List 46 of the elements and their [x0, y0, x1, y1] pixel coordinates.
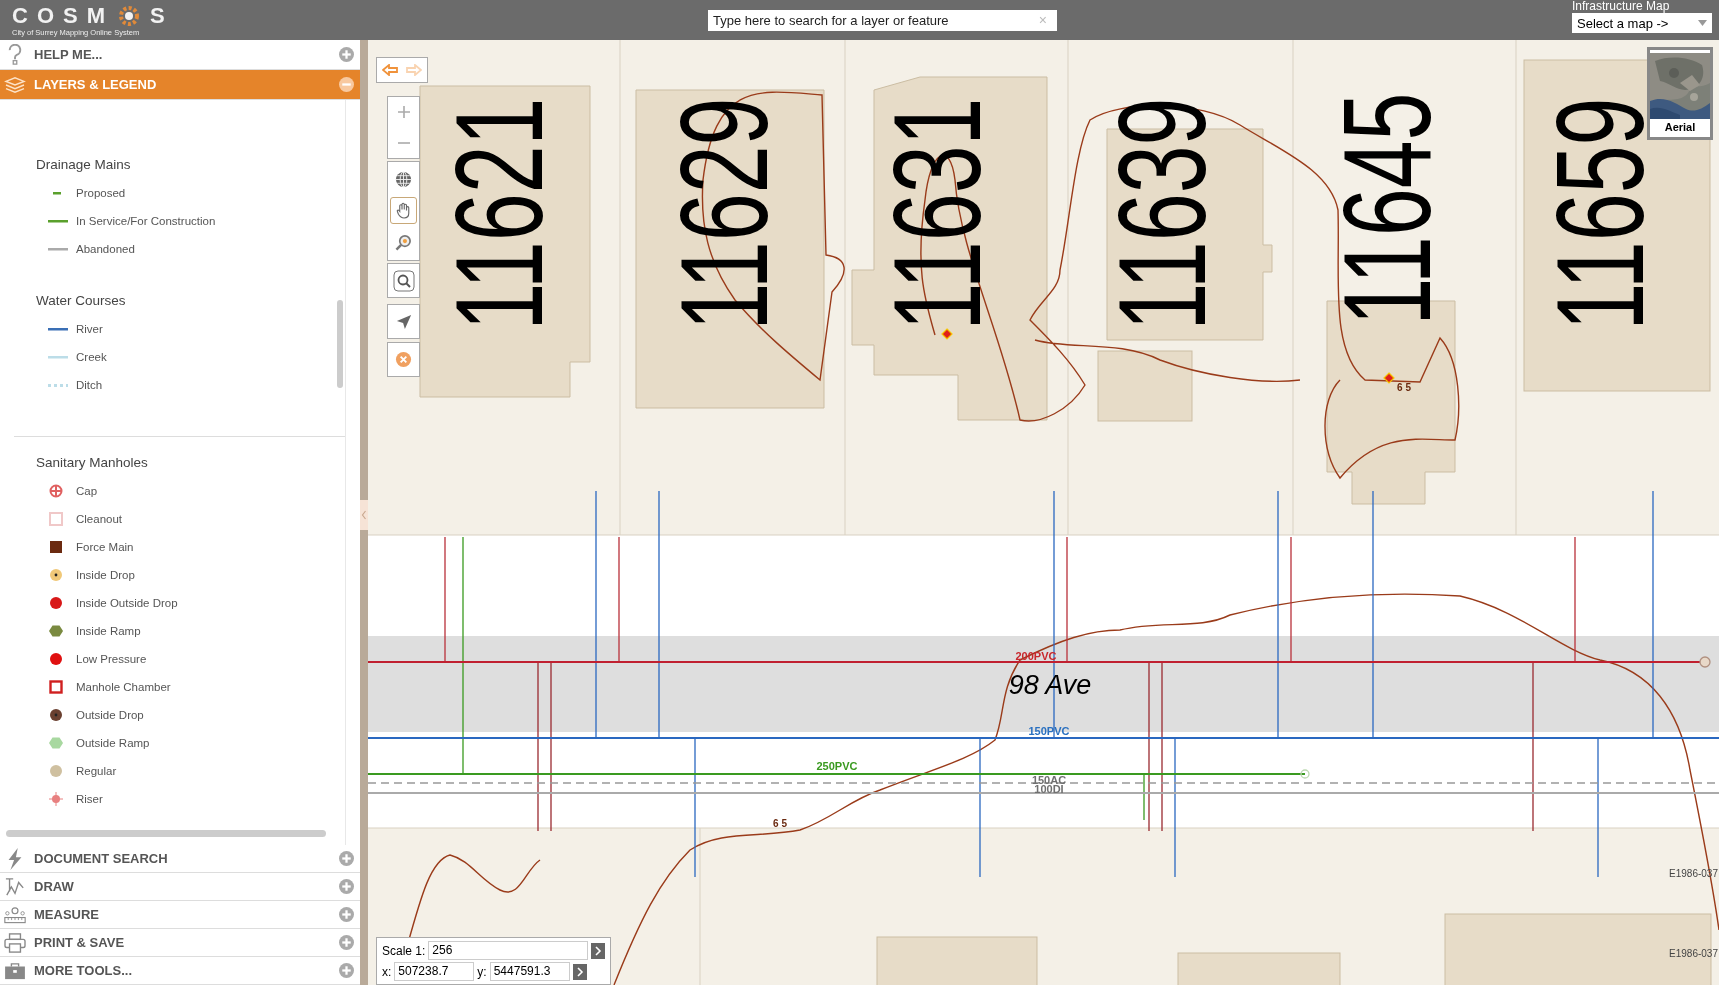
legend-item-label: Abandoned	[76, 243, 135, 255]
pipe-label: 250PVC	[816, 760, 858, 772]
legend-item-label: Low Pressure	[76, 653, 147, 665]
legend-item-label: Riser	[76, 793, 103, 805]
panel-section-header[interactable]: DOCUMENT SEARCH	[0, 845, 360, 873]
map-picker-title: Infrastructure Map	[1572, 0, 1671, 12]
address-number: 11621	[429, 97, 569, 331]
legend-item-label: Regular	[76, 765, 117, 777]
legend-item-label: Ditch	[76, 379, 103, 391]
street-name: 98 Ave	[1008, 670, 1092, 700]
legend-group-title: Sanitary Manholes	[35, 454, 149, 472]
legend-item-label: Manhole Chamber	[76, 681, 171, 693]
contour-label: 6 5	[1397, 382, 1411, 393]
scale-field[interactable]: 256	[428, 941, 589, 960]
basemap-toggle[interactable]: Aerial	[1647, 47, 1713, 140]
legend-group-title: Drainage Mains	[35, 156, 132, 174]
legend-group-title: Water Courses	[35, 292, 127, 310]
legend-item-label: Cleanout	[76, 513, 123, 525]
legend-item-label: Creek	[76, 351, 107, 363]
legend-item-label: Inside Ramp	[76, 625, 141, 637]
basemap-label: Aerial	[1664, 120, 1696, 135]
address-number: 11631	[867, 97, 1007, 331]
legend-item-label: In Service/For Construction	[76, 215, 216, 227]
address-number: 11639	[1092, 97, 1232, 331]
legend-item-label: Inside Outside Drop	[76, 597, 178, 609]
contour-label: 6 5	[773, 818, 787, 829]
legend-item-label: Outside Ramp	[76, 737, 150, 749]
y-coordinate-field[interactable]: 5447591.3	[489, 962, 570, 981]
address-number: 11629	[654, 97, 794, 331]
x-coordinate-field[interactable]: 507238.7	[394, 962, 475, 981]
pipe-label: 150AC	[1031, 774, 1067, 786]
logo-text: S	[150, 3, 174, 28]
logo-text: COSM	[12, 3, 114, 28]
address-number: 11645	[1317, 92, 1457, 326]
legend-item-label: Outside Drop	[76, 709, 144, 721]
legend-item-label: River	[76, 323, 103, 335]
x-coordinate-label: x:	[382, 964, 392, 979]
map-select[interactable]: Select a map ->	[1572, 13, 1712, 33]
legend-item-label: Force Main	[76, 541, 134, 553]
plan-reference-label: E1986-037	[1669, 948, 1718, 959]
legend-item-label: Cap	[76, 485, 98, 497]
pipe-label: 100DI	[1034, 783, 1064, 795]
legend-item-label: Inside Drop	[76, 569, 135, 581]
legend-item-label: Proposed	[76, 187, 126, 199]
y-coordinate-label: y:	[477, 964, 487, 979]
scale-label: Scale 1:	[382, 943, 426, 958]
